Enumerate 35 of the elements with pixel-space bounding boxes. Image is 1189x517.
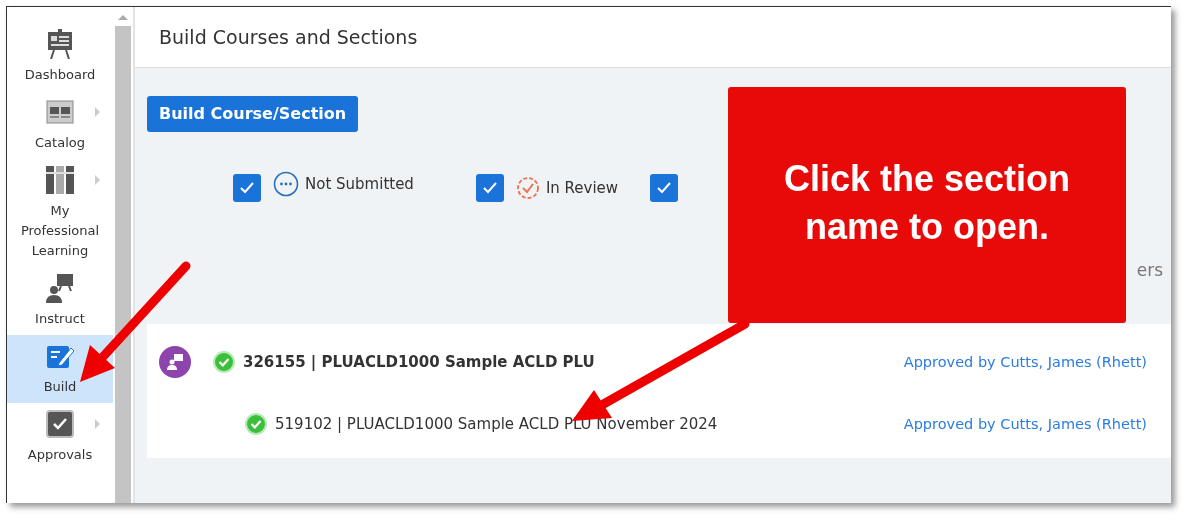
approval-link[interactable]: Approved by Cutts, James (Rhett): [903, 416, 1147, 432]
review-check-icon: [515, 176, 540, 200]
filter-label: In Review: [545, 179, 619, 197]
checkbox[interactable]: [475, 174, 504, 202]
filter-label: ers: [1136, 260, 1163, 282]
scrollbar[interactable]: [113, 7, 135, 503]
approval-link[interactable]: Approved by Cutts, James (Rhett): [903, 354, 1147, 370]
page-title: Build Courses and Sections: [159, 26, 418, 48]
checkbox[interactable]: [233, 174, 261, 202]
callout-box: Click the section name to open.: [728, 87, 1126, 323]
approved-check-icon: [245, 413, 267, 435]
checkbox-icon: [46, 410, 74, 438]
edit-icon: [46, 343, 74, 369]
sidebar-item[interactable]: Dashboard: [7, 23, 113, 91]
course-icon: [159, 346, 191, 378]
sidebar-item[interactable]: Instruct: [7, 267, 113, 335]
sidebar-item[interactable]: Approvals: [7, 403, 113, 471]
approved-check-icon: [213, 351, 235, 373]
catalog-icon: [46, 100, 74, 124]
check-icon: [657, 182, 672, 194]
filter-label: Not Submitted: [305, 175, 414, 193]
sidebar-item[interactable]: Catalog: [7, 91, 113, 159]
books-icon: [45, 165, 75, 195]
dashboard-icon: [46, 29, 74, 59]
build-course-button[interactable]: Build Course/Section: [147, 96, 359, 132]
course-title: 326155 | PLUACLD1000 Sample ACLD PLU: [243, 353, 596, 371]
instructor-icon: [45, 273, 75, 303]
checkbox[interactable]: [650, 174, 679, 202]
check-icon: [240, 182, 254, 194]
sidebar-item[interactable]: Build: [7, 335, 113, 403]
sidebar-item[interactable]: My Professional Learning: [7, 159, 113, 267]
scroll-thumb[interactable]: [115, 26, 131, 503]
check-icon: [482, 182, 497, 194]
scroll-up-icon[interactable]: [118, 15, 128, 20]
ellipsis-circle-icon: [273, 171, 299, 197]
